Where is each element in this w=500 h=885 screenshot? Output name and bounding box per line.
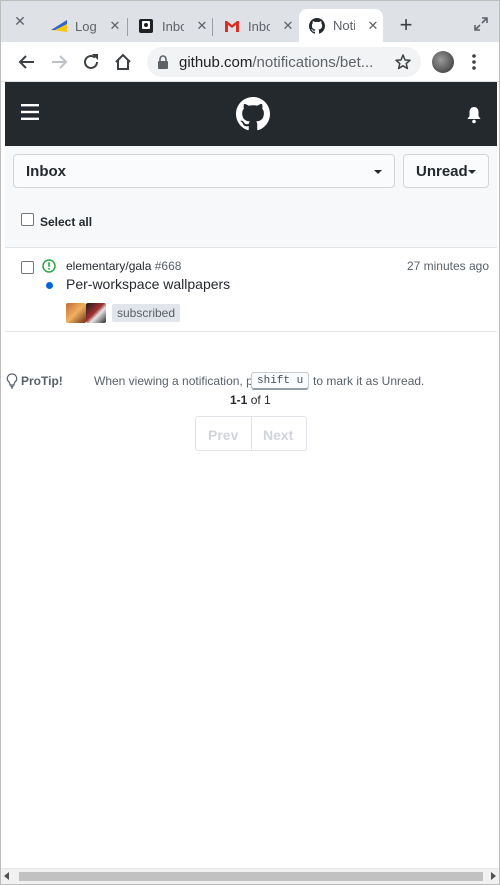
forward-arrow-icon[interactable] [49,52,69,72]
select-all-label[interactable]: Select all [40,215,92,229]
reload-icon[interactable] [81,52,101,72]
protip-key: shift u [251,372,310,390]
tab-close-icon[interactable]: ✕ [367,18,379,34]
light-bulb-icon [6,373,18,389]
reason-badge: subscribed [112,304,181,322]
tab-strip: ✕ Log ✕ Inbo ✕ Inbo ✕ [1,1,499,42]
notification-checkbox[interactable] [21,261,34,274]
tab-close-icon[interactable]: ✕ [109,18,121,34]
avatar[interactable] [86,303,106,323]
prev-button[interactable]: Prev [208,427,238,443]
gmail-favicon [225,21,239,32]
inbox-dropdown-label: Inbox [26,163,66,180]
issue-number: #668 [154,259,182,273]
tab-notifications-active[interactable]: Noti ✕ [299,9,383,42]
maximize-icon[interactable] [473,16,489,32]
notification-repo[interactable]: elementary/gala #668 [66,259,181,273]
caret-down-icon [468,170,476,174]
protip-text-after: to mark it as Unread. [313,374,425,388]
page-range: 1-1 [230,393,248,407]
tab-label: Inbo [248,18,270,34]
page-count: 1-1 of 1 [230,393,271,407]
tab-separator [127,18,128,36]
avatar[interactable] [66,303,86,323]
notification-title[interactable]: Per-workspace wallpapers [66,276,230,292]
select-all-row: Select all [5,198,497,248]
protip: ProTip! When viewing a notification, pre… [5,372,497,392]
protip-label: ProTip! [21,374,63,388]
tab-label: Log [75,18,97,34]
bookmark-star-icon[interactable] [394,53,412,71]
url-text: github.com/notifications/bet... [179,54,389,71]
tab-2[interactable]: Inbo ✕ [138,10,208,42]
browser-toolbar: github.com/notifications/bet... [1,42,499,82]
url-host: github.com [179,54,253,71]
pager-divider [251,417,252,450]
protip-text-before: When viewing a notification, press [94,374,276,388]
scroll-left-arrow-icon[interactable] [4,872,9,880]
github-header [5,82,497,146]
next-button[interactable]: Next [263,427,293,443]
inbox-dropdown[interactable]: Inbox [13,154,395,188]
unread-dropdown-label: Unread [416,163,468,180]
notification-time: 27 minutes ago [406,259,489,273]
inbox-favicon [139,19,153,33]
participant-avatars [66,303,106,323]
close-window-icon[interactable]: ✕ [13,14,27,28]
new-tab-plus-icon[interactable]: + [397,14,415,36]
tab-1[interactable]: Log ✕ [51,10,121,42]
home-icon[interactable] [113,52,133,72]
tab-separator [212,18,213,36]
lock-icon [158,55,168,69]
scrollbar-thumb[interactable] [19,872,483,881]
repo-name: elementary/gala [66,259,152,273]
github-octocat-icon[interactable] [236,97,270,131]
page-total: of 1 [250,393,271,407]
github-favicon [309,17,325,34]
filter-bar: Inbox Unread [5,146,497,198]
bell-icon[interactable] [466,106,482,124]
tab-3[interactable]: Inbo ✕ [224,10,294,42]
scroll-right-arrow-icon[interactable] [491,872,496,880]
select-all-checkbox[interactable] [21,213,34,226]
tab-label: Noti [333,18,355,33]
hamburger-icon[interactable] [21,104,39,120]
tab-close-icon[interactable]: ✕ [282,18,294,34]
profile-avatar[interactable] [432,51,454,73]
caret-down-icon [374,170,382,174]
notification-item[interactable]: elementary/gala #668 27 minutes ago Per-… [5,248,497,332]
browser-window: ✕ Log ✕ Inbo ✕ Inbo ✕ [0,0,500,885]
yellow-blue-favicon [51,20,67,32]
back-arrow-icon[interactable] [17,52,37,72]
pagination: Prev Next [195,416,307,451]
tab-label: Inbo [162,18,184,34]
address-bar[interactable]: github.com/notifications/bet... [147,47,421,77]
unread-dot [46,282,53,289]
tab-close-icon[interactable]: ✕ [196,18,208,34]
unread-dropdown[interactable]: Unread [403,154,489,188]
more-vert-icon[interactable] [471,52,477,72]
url-path: /notifications/bet... [252,54,374,71]
horizontal-scrollbar[interactable] [1,868,499,884]
open-issue-icon [42,259,56,273]
